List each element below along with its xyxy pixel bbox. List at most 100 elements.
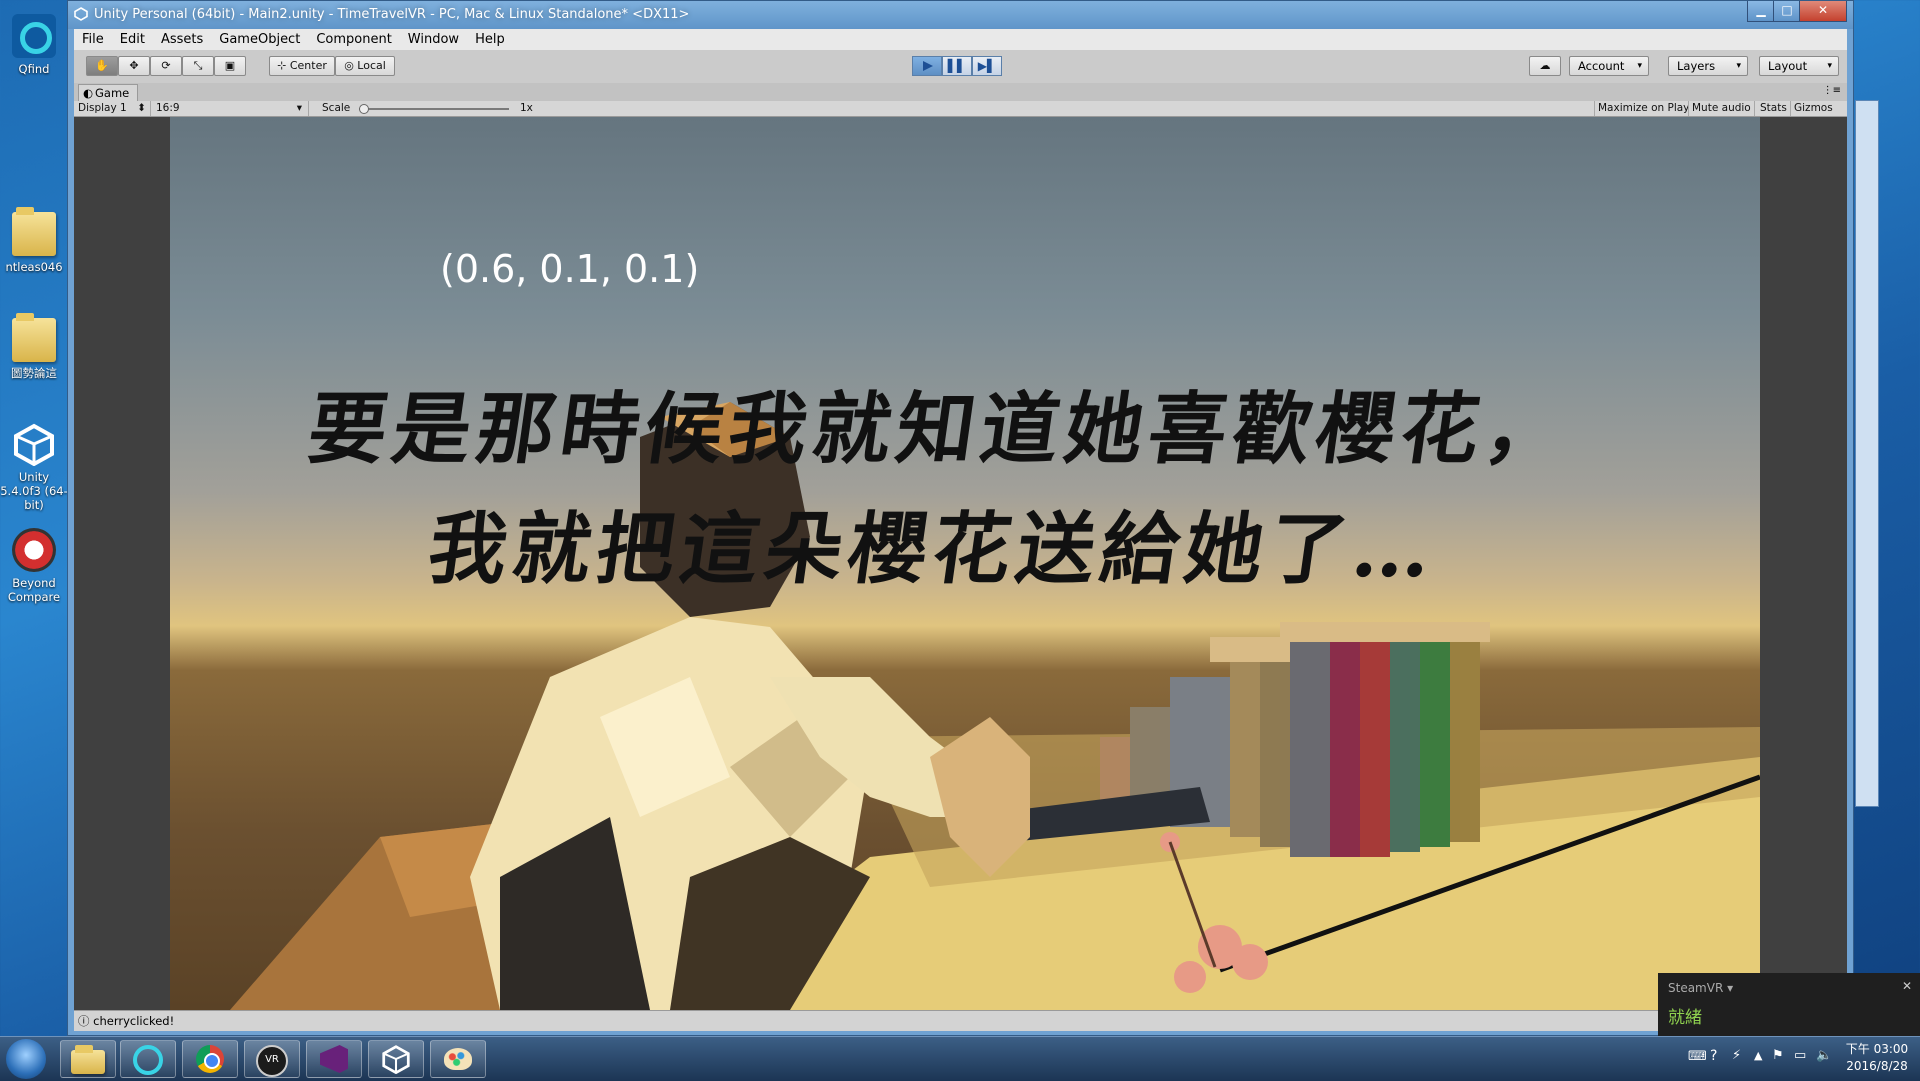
background-window-edge	[1855, 100, 1879, 807]
desktop-icon-label: ntleas046	[5, 260, 63, 274]
help-icon[interactable]: ?	[1710, 1048, 1717, 1064]
unity-taskbar-icon[interactable]	[368, 1040, 424, 1078]
rotate-tool-button[interactable]: ⟳	[150, 56, 182, 76]
scale-slider-track[interactable]	[359, 108, 509, 110]
clock[interactable]: 下午 03:00 2016/8/28	[1842, 1041, 1912, 1075]
desktop-icon-qfind[interactable]: Qfind	[0, 14, 68, 76]
stats-toggle[interactable]: Stats	[1760, 101, 1787, 116]
pause-button[interactable]: ▌▌	[942, 56, 972, 76]
scale-tool-button[interactable]: ⤡	[182, 56, 214, 76]
desktop-icon-label: Beyond Compare	[7, 576, 61, 604]
toolbar: ✋ ✥ ⟳ ⤡ ▣ ⊹ Center ◎ Local ▌▌ ▶▌ ☁ Accou…	[74, 50, 1847, 84]
dropdown-arrow-icon: ⬍	[137, 102, 146, 114]
move-tool-button[interactable]: ✥	[118, 56, 150, 76]
play-icon	[923, 61, 933, 71]
hand-tool-button[interactable]: ✋	[86, 56, 118, 76]
rect-tool-icon: ▣	[224, 59, 236, 72]
step-button[interactable]: ▶▌	[972, 56, 1002, 76]
steamvr-notification[interactable]: SteamVR ▾ ✕ 就緒	[1658, 973, 1920, 1036]
windows-start-icon[interactable]	[6, 1039, 46, 1079]
search-app-icon[interactable]	[120, 1040, 176, 1078]
chrome-icon[interactable]	[182, 1040, 238, 1078]
vr-app-icon[interactable]: VR	[244, 1040, 300, 1078]
maximize-on-play-toggle[interactable]: Maximize on Play	[1598, 101, 1689, 116]
subtitle-line-2: 我就把這朵櫻花送給她了…	[422, 504, 1444, 595]
desktop-icon-unity[interactable]: Unity 5.4.0f3 (64-bit)	[0, 422, 68, 512]
close-button[interactable]: ✕	[1799, 1, 1847, 22]
menu-component[interactable]: Component	[308, 29, 399, 50]
visual-studio-icon[interactable]	[306, 1040, 362, 1078]
maximize-button[interactable]: □	[1773, 1, 1801, 22]
collab-cloud-button[interactable]: ☁	[1529, 56, 1561, 76]
menu-file[interactable]: File	[74, 29, 112, 50]
desktop-icon-folder[interactable]: 圖勢論這	[0, 313, 68, 380]
layers-dropdown[interactable]: Layers	[1668, 56, 1748, 76]
layout-dropdown[interactable]: Layout	[1759, 56, 1839, 76]
play-button[interactable]	[912, 56, 942, 76]
desktop-icon-beyond-compare[interactable]: Beyond Compare	[0, 528, 68, 604]
desktop-icon-ntleas[interactable]: ntleas046	[0, 207, 68, 274]
beyond-compare-icon	[12, 528, 56, 572]
clock-date: 2016/8/28	[1846, 1059, 1908, 1073]
divider	[1754, 101, 1755, 116]
gizmos-dropdown[interactable]: Gizmos	[1794, 101, 1833, 116]
divider	[1688, 101, 1689, 116]
game-tab-icon: ◐	[83, 86, 94, 100]
monitor-icon[interactable]: ▭	[1794, 1048, 1806, 1063]
scale-label: Scale	[322, 102, 351, 114]
menu-assets[interactable]: Assets	[153, 29, 211, 50]
account-dropdown[interactable]: Account	[1569, 56, 1649, 76]
mute-audio-toggle[interactable]: Mute audio	[1692, 101, 1751, 116]
move-tool-icon: ✥	[129, 59, 139, 72]
unity-window: Unity Personal (64bit) - Main2.unity - T…	[67, 0, 1854, 1036]
desktop-icon-label: Qfind	[18, 62, 50, 76]
menu-edit[interactable]: Edit	[112, 29, 153, 50]
menu-gameobject[interactable]: GameObject	[211, 29, 308, 50]
info-icon: ⓘ	[78, 1014, 90, 1028]
console-message: cherryclicked!	[93, 1014, 175, 1028]
game-view-options: Display 1 ⬍ 16:9 ▾ Scale 1x Maximize on Pl…	[74, 101, 1847, 117]
dropdown-arrow-icon: ▾	[296, 102, 302, 114]
menu-help[interactable]: Help	[467, 29, 513, 50]
menu-window[interactable]: Window	[400, 29, 467, 50]
paint-icon[interactable]	[430, 1040, 486, 1078]
aspect-dropdown[interactable]: 16:9 ▾	[156, 101, 304, 116]
rotate-tool-icon: ⟳	[161, 59, 171, 72]
steamvr-close-button[interactable]: ✕	[1902, 979, 1912, 993]
network-icon[interactable]: ⚡	[1732, 1048, 1741, 1063]
game-tab-bar: ◐ Game ⋮≡	[74, 83, 1847, 101]
folder-icon	[12, 313, 56, 362]
scale-slider-thumb[interactable]	[359, 104, 369, 114]
hand-tool-icon: ✋	[95, 59, 109, 72]
rect-tool-button[interactable]: ▣	[214, 56, 246, 76]
flag-icon[interactable]: ⚑	[1772, 1048, 1784, 1063]
tab-options-icon[interactable]: ⋮≡	[1823, 85, 1841, 96]
show-hidden-icons-icon[interactable]: ▲	[1754, 1049, 1762, 1062]
console-status-bar[interactable]: ⓘ cherryclicked!	[74, 1010, 1847, 1031]
steamvr-title[interactable]: SteamVR ▾	[1668, 981, 1733, 995]
display-dropdown[interactable]: Display 1 ⬍	[78, 101, 148, 116]
divider	[1790, 101, 1791, 116]
divider	[1594, 101, 1595, 116]
step-icon: ▶▌	[977, 59, 997, 73]
keyboard-icon[interactable]: ⌨	[1688, 1049, 1707, 1064]
debug-coordinates-text: (0.6, 0.1, 0.1)	[440, 247, 700, 291]
subtitle-line-1: 要是那時候我就知道她喜歡櫻花，	[302, 384, 1576, 475]
pivot-local-toggle[interactable]: ◎ Local	[335, 56, 395, 76]
unity-logo-icon	[74, 7, 88, 21]
pivot-icon: ⊹	[277, 59, 290, 72]
unity-icon	[12, 422, 56, 467]
pause-icon: ▌▌	[947, 59, 967, 73]
explorer-icon[interactable]	[60, 1040, 116, 1078]
qfind-icon	[12, 14, 56, 58]
tab-game[interactable]: ◐ Game	[78, 84, 138, 101]
minimize-button[interactable]: ▁	[1747, 1, 1775, 22]
volume-icon[interactable]: 🔈	[1816, 1048, 1832, 1063]
taskbar: VR ⌨ ? ⚡ ▲ ⚑ ▭ 🔈 下午 03:00 2016/8/28	[0, 1036, 1920, 1081]
title-bar[interactable]: Unity Personal (64bit) - Main2.unity - T…	[68, 1, 1853, 29]
pivot-center-toggle[interactable]: ⊹ Center	[269, 56, 335, 76]
clock-time: 下午 03:00	[1845, 1042, 1909, 1056]
folder-icon	[12, 207, 56, 256]
game-viewport[interactable]: (0.6, 0.1, 0.1) 要是那時候我就知道她喜歡櫻花， 我就把這朵櫻花送…	[74, 117, 1847, 1010]
divider	[308, 101, 309, 116]
